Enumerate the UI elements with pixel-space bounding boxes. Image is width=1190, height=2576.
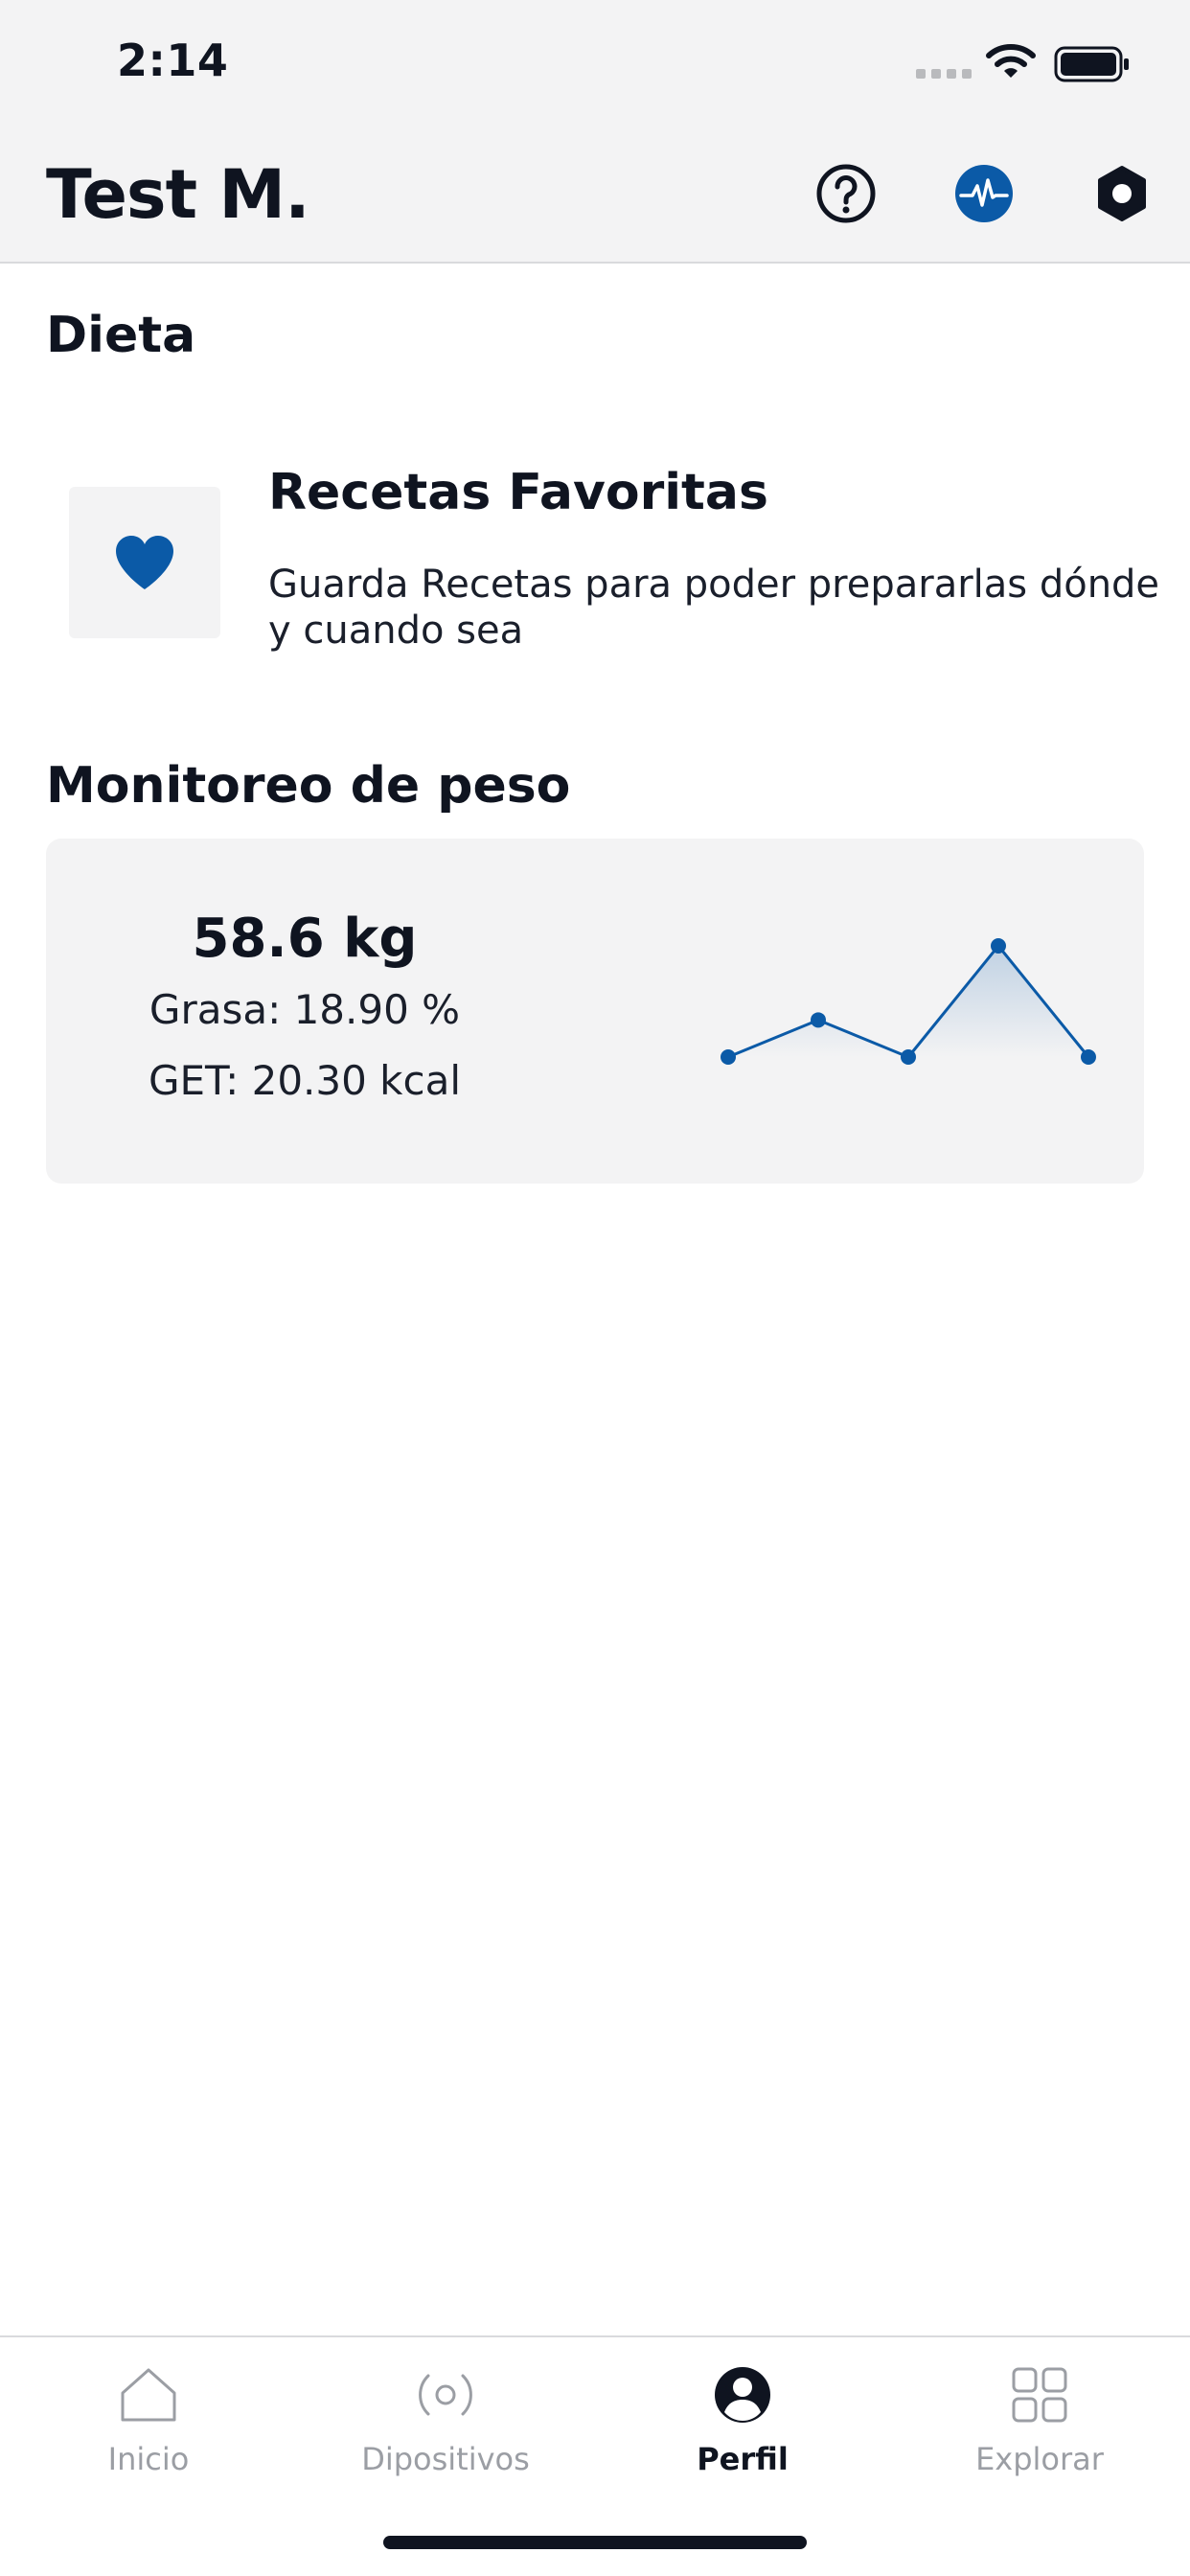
favorite-recipes-description: Guarda Recetas para poder prepararlas dó…	[268, 563, 1160, 653]
settings-icon[interactable]	[1091, 163, 1153, 224]
weight-section-title: Monitoreo de peso	[46, 757, 571, 815]
cellular-signal-icon	[916, 69, 972, 79]
favorite-recipes-title: Recetas Favoritas	[268, 464, 768, 521]
home-icon	[121, 2368, 176, 2422]
activity-monitor-icon[interactable]	[953, 163, 1015, 224]
weight-trend-chart	[721, 938, 1096, 1065]
weight-stats: 58.6 kg Grasa: 18.90 % GET: 20.30 kcal	[46, 906, 563, 1115]
get-value: GET: 20.30 kcal	[148, 1057, 462, 1104]
tab-dipositivos[interactable]: Dipositivos	[297, 2364, 594, 2477]
weight-monitor-card[interactable]: 58.6 kg Grasa: 18.90 % GET: 20.30 kcal	[46, 839, 1144, 1184]
explore-icon	[1012, 2367, 1067, 2423]
tab-explorar[interactable]: Explorar	[891, 2364, 1188, 2477]
page-title: Test M.	[46, 155, 310, 234]
tab-inicio[interactable]: Inicio	[0, 2364, 297, 2477]
trend-point	[991, 938, 1006, 954]
trend-point	[1081, 1049, 1096, 1065]
tab-label: Explorar	[975, 2441, 1104, 2477]
diet-section-title: Dieta	[46, 307, 196, 364]
trend-point	[721, 1049, 736, 1065]
tab-label: Inicio	[107, 2441, 190, 2477]
battery-icon	[1054, 46, 1129, 82]
devices-icon	[419, 2374, 472, 2416]
trend-point	[811, 1012, 826, 1028]
tab-label: Dipositivos	[361, 2441, 530, 2477]
status-time: 2:14	[117, 34, 229, 86]
top-bar: 2:14 Test M.	[0, 0, 1190, 264]
profile-screen: 2:14 Test M. Dieta Recetas Favoritas Gua…	[0, 0, 1190, 2576]
favorite-recipes-card[interactable]: Recetas Favoritas Guarda Recetas para po…	[46, 450, 1159, 680]
wifi-icon	[986, 44, 1036, 78]
favorite-recipes-thumbnail	[69, 487, 220, 638]
profile-icon	[715, 2367, 770, 2423]
help-icon[interactable]	[815, 163, 877, 224]
trend-point	[901, 1049, 916, 1065]
heart-icon	[116, 536, 173, 589]
home-indicator	[383, 2536, 807, 2549]
tab-perfil[interactable]: Perfil	[594, 2364, 891, 2477]
weight-value: 58.6 kg	[192, 908, 418, 970]
trend-area	[728, 946, 1088, 1057]
tab-label: Perfil	[697, 2441, 789, 2477]
body-fat-value: Grasa: 18.90 %	[149, 986, 461, 1033]
